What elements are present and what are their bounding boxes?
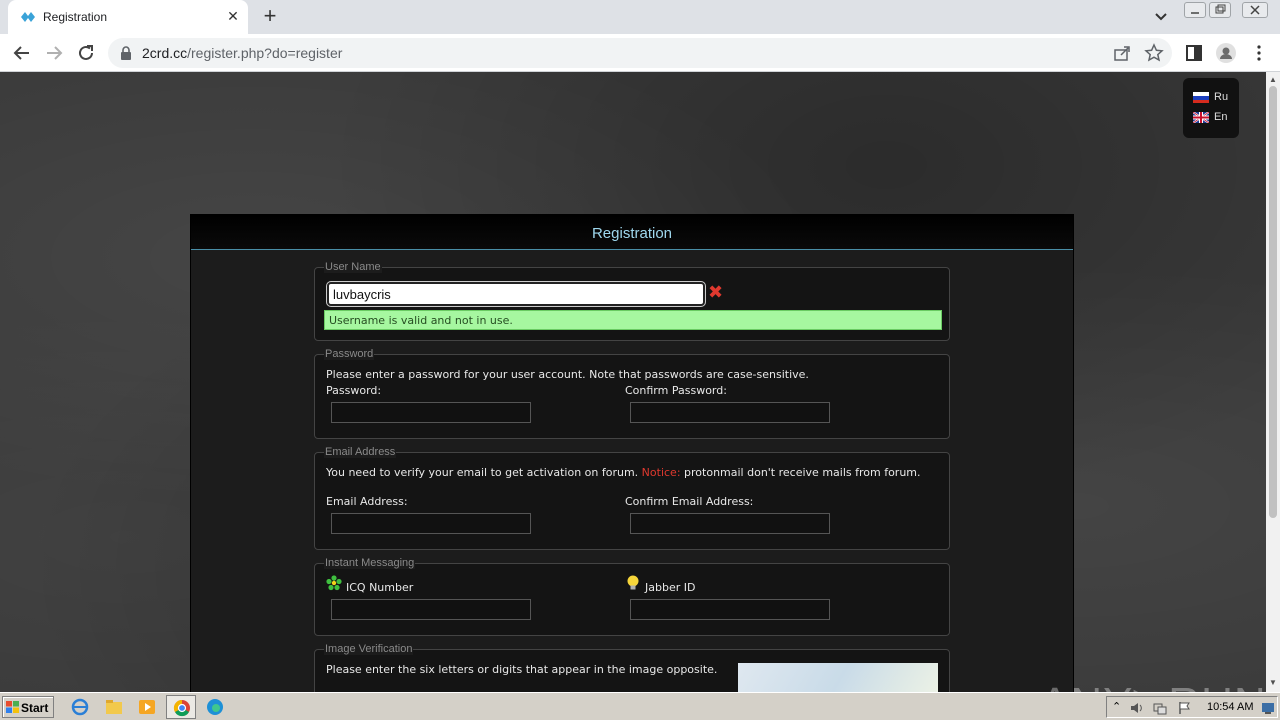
scroll-up-arrow-icon[interactable]: ▲ bbox=[1269, 75, 1277, 84]
lang-en-label: En bbox=[1214, 111, 1228, 123]
clear-x-icon[interactable]: ✖ bbox=[708, 282, 723, 303]
forward-arrow-icon[interactable] bbox=[43, 42, 65, 64]
kebab-menu-icon[interactable] bbox=[1248, 42, 1270, 64]
captcha-legend: Image Verification bbox=[324, 643, 414, 655]
jabber-lightbulb-icon bbox=[627, 575, 639, 590]
close-window-button[interactable] bbox=[1242, 2, 1268, 18]
panel-header: Registration bbox=[191, 215, 1073, 250]
tab-registration[interactable]: Registration ✕ bbox=[8, 0, 248, 34]
lang-ru-label: Ru bbox=[1214, 91, 1229, 103]
email-intro: You need to verify your email to get act… bbox=[326, 466, 926, 479]
scroll-down-arrow-icon[interactable]: ▼ bbox=[1269, 678, 1277, 687]
icq-flower-icon bbox=[326, 575, 342, 591]
network-icon[interactable] bbox=[1152, 700, 1168, 716]
jabber-field[interactable] bbox=[630, 599, 830, 620]
password-intro: Please enter a password for your user ac… bbox=[326, 368, 809, 381]
close-icon bbox=[1250, 5, 1260, 15]
confirm-email-field[interactable] bbox=[630, 513, 830, 534]
email-field[interactable] bbox=[331, 513, 531, 534]
tab-title: Registration bbox=[43, 10, 108, 24]
file-explorer-icon[interactable] bbox=[103, 697, 125, 717]
minimize-icon bbox=[1191, 12, 1199, 14]
jabber-label: Jabber ID bbox=[645, 581, 696, 594]
windows-taskbar: Start ⌃ 10:54 AM bbox=[0, 692, 1280, 720]
confirm-email-label: Confirm Email Address: bbox=[625, 495, 754, 508]
system-tray: ⌃ 10:54 AM bbox=[1106, 696, 1278, 718]
media-player-icon[interactable] bbox=[136, 697, 158, 717]
username-legend: User Name bbox=[324, 261, 382, 273]
username-status-message: Username is valid and not in use. bbox=[324, 310, 942, 330]
uk-flag-icon bbox=[1193, 112, 1209, 123]
icq-field[interactable] bbox=[331, 599, 531, 620]
scrollbar-thumb[interactable] bbox=[1269, 86, 1277, 518]
username-input[interactable]: luvbaycris bbox=[327, 282, 705, 306]
tab-strip: Registration ✕ + bbox=[0, 0, 1280, 34]
bookmark-star-icon[interactable] bbox=[1143, 42, 1165, 64]
url-text: 2crd.cc/register.php?do=register bbox=[142, 45, 343, 61]
tab-close-icon[interactable]: ✕ bbox=[226, 7, 240, 25]
edge-icon[interactable] bbox=[204, 697, 226, 717]
clock: 10:54 AM bbox=[1207, 701, 1254, 713]
lang-ru[interactable]: Ru bbox=[1193, 90, 1239, 106]
site-favicon-icon bbox=[21, 12, 35, 22]
volume-icon[interactable] bbox=[1129, 700, 1145, 716]
email-label: Email Address: bbox=[326, 495, 408, 508]
icq-label: ICQ Number bbox=[346, 581, 414, 594]
page-viewport: Ru En Registration User Name luvbaycris … bbox=[0, 72, 1266, 692]
action-center-flag-icon[interactable] bbox=[1177, 700, 1193, 716]
email-legend: Email Address bbox=[324, 446, 397, 458]
lang-en[interactable]: En bbox=[1193, 110, 1239, 126]
back-arrow-icon[interactable] bbox=[11, 42, 33, 64]
vertical-scrollbar[interactable]: ▲ ▼ bbox=[1266, 72, 1280, 692]
restore-icon bbox=[1215, 4, 1226, 14]
start-label: Start bbox=[21, 701, 49, 715]
password-field[interactable] bbox=[331, 402, 531, 423]
notice-text: protonmail don't receive mails from foru… bbox=[684, 466, 921, 479]
browser-toolbar: 2crd.cc/register.php?do=register bbox=[0, 34, 1280, 72]
minimize-button[interactable] bbox=[1184, 2, 1206, 18]
ie-icon[interactable] bbox=[69, 697, 91, 717]
confirm-password-label: Confirm Password: bbox=[625, 384, 727, 397]
windows-logo-icon bbox=[6, 701, 19, 713]
start-button[interactable]: Start bbox=[2, 696, 54, 718]
new-tab-button[interactable]: + bbox=[259, 5, 281, 27]
password-legend: Password bbox=[324, 348, 375, 360]
confirm-password-field[interactable] bbox=[630, 402, 830, 423]
anyrun-watermark: ANY▷RUN bbox=[1040, 678, 1266, 692]
address-bar[interactable]: 2crd.cc/register.php?do=register bbox=[108, 38, 1172, 68]
restore-button[interactable] bbox=[1209, 2, 1231, 18]
chrome-taskbar-button[interactable] bbox=[166, 695, 196, 719]
captcha-intro: Please enter the six letters or digits t… bbox=[326, 663, 718, 676]
show-desktop-icon[interactable] bbox=[1261, 701, 1275, 715]
tray-expand-icon[interactable]: ⌃ bbox=[1112, 700, 1121, 713]
language-switcher: Ru En bbox=[1183, 78, 1239, 138]
notice-label: Notice: bbox=[641, 466, 681, 479]
reload-icon[interactable] bbox=[75, 42, 97, 64]
registration-panel: Registration User Name luvbaycris ✖ User… bbox=[190, 214, 1074, 692]
side-panel-icon[interactable] bbox=[1183, 42, 1205, 64]
im-legend: Instant Messaging bbox=[324, 557, 416, 569]
share-icon[interactable] bbox=[1111, 42, 1133, 64]
captcha-image bbox=[738, 663, 938, 692]
russia-flag-icon bbox=[1193, 92, 1209, 103]
lock-icon[interactable] bbox=[120, 46, 132, 60]
chrome-icon bbox=[173, 699, 190, 717]
page-title: Registration bbox=[591, 225, 673, 242]
profile-avatar-icon[interactable] bbox=[1215, 42, 1237, 64]
email-intro-text: You need to verify your email to get act… bbox=[326, 466, 639, 479]
tab-search-chevron-icon[interactable] bbox=[1152, 8, 1170, 26]
password-label: Password: bbox=[326, 384, 382, 397]
